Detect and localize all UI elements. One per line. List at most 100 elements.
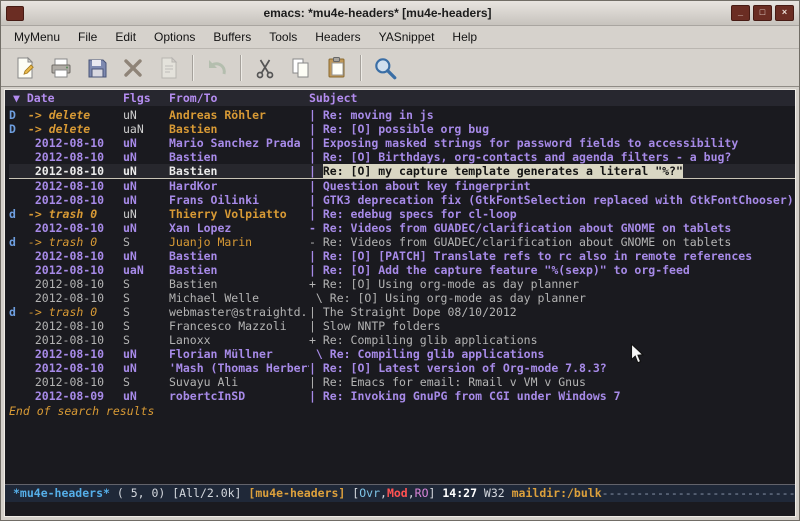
message-subject: | GTK3 deprecation fix (GtkFontSelection… bbox=[309, 193, 795, 207]
message-from: Xan Lopez bbox=[169, 221, 309, 235]
message-row[interactable]: 2012-08-10SLanoxx+ Re: Compiling glib ap… bbox=[9, 333, 795, 347]
subject-text: GTK3 deprecation fix (GtkFontSelection r… bbox=[323, 193, 794, 207]
message-from: Michael Welle bbox=[169, 291, 309, 305]
menu-help[interactable]: Help bbox=[443, 28, 486, 46]
message-row[interactable]: 2012-08-10SFrancesco Mazzoli| Slow NNTP … bbox=[9, 319, 795, 333]
column-header-date[interactable]: ▼ Date bbox=[13, 90, 123, 106]
menu-headers[interactable]: Headers bbox=[306, 28, 369, 46]
close-buffer-button[interactable] bbox=[115, 52, 151, 84]
print-icon bbox=[49, 56, 73, 80]
message-row[interactable]: 2012-08-10uNFrans Oilinki| GTK3 deprecat… bbox=[9, 193, 795, 207]
toolbar bbox=[1, 49, 799, 87]
message-subject: + Re: [O] Using org-mode as day planner bbox=[309, 277, 795, 291]
message-flags: S bbox=[123, 291, 169, 305]
message-flags: uN bbox=[123, 179, 169, 193]
message-row[interactable]: 2012-08-10uNXan Lopez- Re: Videos from G… bbox=[9, 221, 795, 235]
message-row[interactable]: 2012-08-10SMichael Welle \ Re: [O] Using… bbox=[9, 291, 795, 305]
modeline-segment: Mod bbox=[387, 486, 408, 500]
subject-text: Re: [O] [PATCH] Translate refs to rc als… bbox=[323, 249, 752, 263]
print-button[interactable] bbox=[43, 52, 79, 84]
message-flags: S bbox=[123, 333, 169, 347]
message-row[interactable]: 2012-08-10uNBastien| Re: [O] [PATCH] Tra… bbox=[9, 249, 795, 263]
thread-prefix: | bbox=[309, 249, 323, 263]
message-mark bbox=[9, 150, 21, 164]
message-row[interactable]: d -> trash 0Swebmaster@straightd...| The… bbox=[9, 305, 795, 319]
message-from: Mario Sanchez Prada bbox=[169, 136, 309, 150]
search-button[interactable] bbox=[367, 52, 403, 84]
subject-text: Re: [O] my capture template generates a … bbox=[323, 164, 683, 178]
column-header-flags[interactable]: Flgs bbox=[123, 90, 169, 106]
message-date: 2012-08-10 bbox=[21, 277, 123, 291]
message-row[interactable]: 2012-08-09uNrobertcInSD| Re: Invoking Gn… bbox=[9, 389, 795, 403]
menu-edit[interactable]: Edit bbox=[106, 28, 145, 46]
message-date: 2012-08-10 bbox=[21, 150, 123, 164]
copy-button[interactable] bbox=[283, 52, 319, 84]
message-mark bbox=[9, 221, 21, 235]
message-row[interactable]: D -> deleteuaNBastien| Re: [O] possible … bbox=[9, 122, 795, 136]
subject-text: Re: Invoking GnuPG from CGI under Window… bbox=[323, 389, 621, 403]
message-date: 2012-08-10 bbox=[21, 375, 123, 389]
message-date: 2012-08-10 bbox=[21, 193, 123, 207]
modeline-segment: maildir:/bulk bbox=[512, 486, 602, 500]
message-subject: | Re: Emacs for email: Rmail v VM v Gnus bbox=[309, 375, 795, 389]
thread-prefix: + bbox=[309, 333, 323, 347]
title-bar[interactable]: emacs: *mu4e-headers* [mu4e-headers] _ □… bbox=[1, 1, 799, 26]
message-row[interactable]: 2012-08-10SSuvayu Ali| Re: Emacs for ema… bbox=[9, 375, 795, 389]
menu-options[interactable]: Options bbox=[145, 28, 204, 46]
modeline-segment: ------------------------------ bbox=[602, 486, 795, 500]
message-row[interactable]: d -> trash 0SJuanjo Marin- Re: Videos fr… bbox=[9, 235, 795, 249]
modeline-segment: W32 bbox=[484, 486, 512, 500]
menu-buffers[interactable]: Buffers bbox=[204, 28, 260, 46]
menu-mymenu[interactable]: MyMenu bbox=[5, 28, 69, 46]
menu-file[interactable]: File bbox=[69, 28, 106, 46]
message-mark bbox=[9, 263, 21, 277]
cut-button[interactable] bbox=[247, 52, 283, 84]
save-as-button bbox=[151, 52, 187, 84]
echo-area[interactable] bbox=[5, 502, 795, 516]
message-mark: d bbox=[9, 235, 21, 249]
message-row[interactable]: 2012-08-10uaNBastien| Re: [O] Add the ca… bbox=[9, 263, 795, 277]
mode-line[interactable]: *mu4e-headers* ( 5, 0) [All/2.0k] [mu4e-… bbox=[5, 484, 795, 502]
message-row[interactable]: 2012-08-10uNMario Sanchez Prada| Exposin… bbox=[9, 136, 795, 150]
message-date: 2012-08-10 bbox=[21, 361, 123, 375]
undo-button bbox=[199, 52, 235, 84]
thread-prefix: | bbox=[309, 136, 323, 150]
message-row[interactable]: 2012-08-10uNBastien| Re: [O] my capture … bbox=[9, 164, 795, 179]
modeline-segment: ( 5, 0) bbox=[110, 486, 172, 500]
message-from: Lanoxx bbox=[169, 333, 309, 347]
message-row[interactable]: 2012-08-10uNHardKor| Question about key … bbox=[9, 179, 795, 193]
message-subject: | Re: moving in js bbox=[309, 108, 795, 122]
message-subject: | Re: [O] my capture template generates … bbox=[309, 164, 795, 178]
thread-prefix: | bbox=[309, 108, 323, 122]
message-row[interactable]: 2012-08-10uN'Mash (Thomas Herbert)| Re: … bbox=[9, 361, 795, 375]
message-row[interactable]: D -> deleteuNAndreas Röhler| Re: moving … bbox=[9, 108, 795, 122]
thread-prefix: | bbox=[309, 207, 323, 221]
thread-prefix: | bbox=[309, 319, 323, 333]
minimize-button[interactable]: _ bbox=[731, 5, 750, 21]
new-file-icon bbox=[13, 56, 37, 80]
message-row[interactable]: 2012-08-10SBastien+ Re: [O] Using org-mo… bbox=[9, 277, 795, 291]
message-subject: | The Straight Dope 08/10/2012 bbox=[309, 305, 795, 319]
message-subject: \ Re: Compiling glib applications bbox=[309, 347, 795, 361]
menu-tools[interactable]: Tools bbox=[260, 28, 306, 46]
message-mark bbox=[9, 277, 21, 291]
subject-text: Re: [O] Latest version of Org-mode 7.8.3… bbox=[323, 361, 607, 375]
close-button[interactable]: × bbox=[775, 5, 794, 21]
message-from: Frans Oilinki bbox=[169, 193, 309, 207]
message-flags: uN bbox=[123, 164, 169, 178]
search-magnifier-icon bbox=[372, 55, 398, 81]
subject-text: The Straight Dope 08/10/2012 bbox=[323, 305, 517, 319]
modeline-segment: , bbox=[408, 486, 415, 500]
message-row[interactable]: 2012-08-10uNBastien| Re: [O] Birthdays, … bbox=[9, 150, 795, 164]
message-row[interactable]: 2012-08-10uNFlorian Müllner \ Re: Compil… bbox=[9, 347, 795, 361]
column-header-from[interactable]: From/To bbox=[169, 90, 309, 106]
window-controls: _ □ × bbox=[731, 5, 794, 21]
column-header-subject[interactable]: Subject bbox=[309, 90, 795, 106]
new-file-button[interactable] bbox=[7, 52, 43, 84]
message-row[interactable]: d -> trash 0uNThierry Volpiatto| Re: ede… bbox=[9, 207, 795, 221]
maximize-button[interactable]: □ bbox=[753, 5, 772, 21]
window-menu-icon[interactable] bbox=[6, 6, 24, 21]
menu-yasnippet[interactable]: YASnippet bbox=[370, 28, 444, 46]
paste-button[interactable] bbox=[319, 52, 355, 84]
save-button[interactable] bbox=[79, 52, 115, 84]
